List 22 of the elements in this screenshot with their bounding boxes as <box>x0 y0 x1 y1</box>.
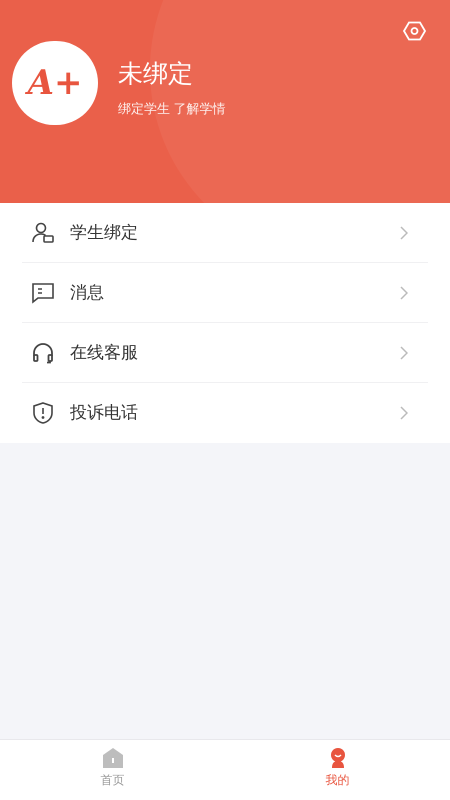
user-subtitle: 绑定学生 了解学情 <box>118 100 226 118</box>
student-icon <box>31 220 55 244</box>
menu-label: 投诉电话 <box>70 402 139 424</box>
menu-label: 消息 <box>70 282 105 304</box>
menu-item[interactable]: 在线客服 <box>22 323 428 383</box>
home-icon <box>100 747 124 769</box>
settings-icon[interactable] <box>403 21 426 41</box>
user-name: 未绑定 <box>118 59 193 90</box>
chevron-icon <box>400 346 408 360</box>
tab[interactable]: 我的 <box>225 740 450 800</box>
headset-icon <box>31 340 55 364</box>
menu-item[interactable]: 学生绑定 <box>22 203 428 263</box>
menu-label: 学生绑定 <box>70 222 139 244</box>
menu-label: 在线客服 <box>70 342 139 364</box>
menu-item[interactable]: 消息 <box>22 263 428 323</box>
menu-item[interactable]: 投诉电话 <box>22 383 428 443</box>
shield-icon <box>31 401 55 425</box>
chevron-icon <box>400 226 408 240</box>
chevron-icon <box>400 406 408 420</box>
message-icon <box>31 280 55 304</box>
logo-text: A+ <box>28 58 82 108</box>
chevron-icon <box>400 286 408 300</box>
